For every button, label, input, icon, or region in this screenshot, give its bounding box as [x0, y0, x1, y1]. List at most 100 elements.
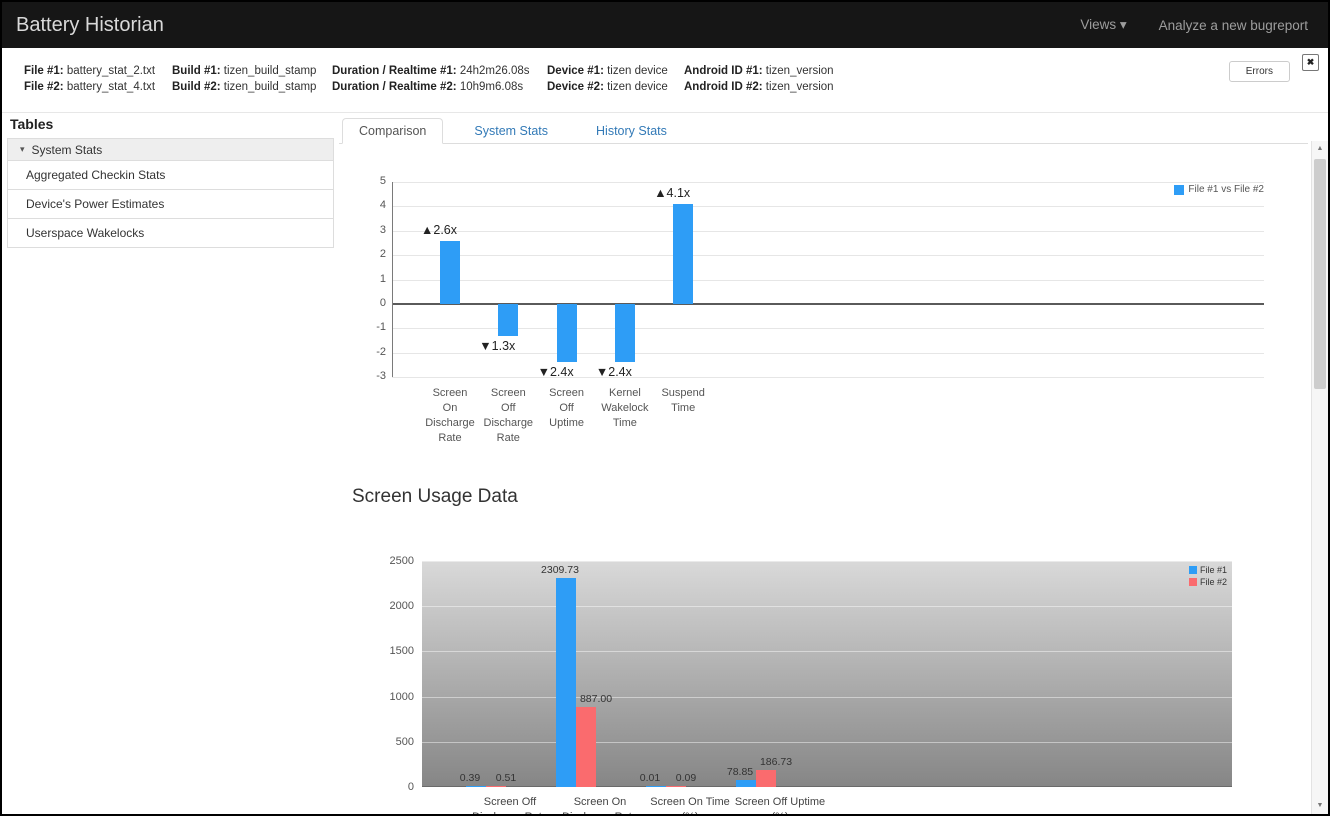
gridline [422, 697, 1232, 698]
info-label: Device #1: [547, 65, 604, 77]
bar-value-label: ▼1.3x [462, 339, 532, 353]
gridline [392, 182, 1264, 183]
vertical-scrollbar[interactable]: ▲ ▼ [1311, 141, 1328, 814]
info-entry: Android ID #2: tizen_version [684, 79, 834, 95]
battery-historian-app: Battery Historian Views ▾ Analyze a new … [0, 0, 1330, 816]
y-tick-label: -1 [352, 321, 386, 333]
bar-file1 [646, 786, 666, 787]
info-entry: Device #2: tizen device [547, 79, 668, 95]
info-entry: Duration / Realtime #2: 10h9m6.08s [332, 79, 530, 95]
info-column: Android ID #1: tizen_versionAndroid ID #… [684, 63, 834, 95]
y-tick-label: 1000 [368, 691, 414, 703]
legend-label: File #1 vs File #2 [1188, 184, 1264, 195]
scrollbar-thumb[interactable] [1314, 159, 1326, 389]
screen-usage-chart: 050010001500200025000.392309.730.0178.85… [352, 552, 1267, 816]
gridline [392, 353, 1264, 354]
legend-label: File #1 [1200, 565, 1227, 575]
bar-value-label: ▲2.6x [404, 223, 474, 237]
file-info-bar: File #1: battery_stat_2.txtFile #2: batt… [2, 48, 1328, 113]
info-label: Duration / Realtime #2: [332, 81, 457, 93]
scrollbar-up-icon[interactable]: ▲ [1312, 141, 1328, 157]
legend-item: File #1 [1189, 565, 1227, 575]
views-menu-label: Views [1080, 17, 1116, 32]
info-label: Android ID #2: [684, 81, 763, 93]
legend-item: File #2 [1189, 577, 1227, 587]
y-tick-label: 0 [352, 297, 386, 309]
y-tick-label: 3 [352, 224, 386, 236]
sidebar-item-label: System Stats [32, 143, 103, 157]
gridline [392, 231, 1264, 232]
gridline [392, 303, 1264, 305]
bar-file1 [736, 780, 756, 787]
legend-swatch [1174, 185, 1184, 195]
bar-file2 [666, 786, 686, 787]
info-label: File #1: [24, 65, 64, 77]
sidebar-item-device-s-power-estimates[interactable]: Device's Power Estimates [8, 190, 333, 219]
y-tick-label: 1 [352, 273, 386, 285]
info-entry: Build #1: tizen_build_stamp [172, 63, 316, 79]
tables-heading: Tables [10, 116, 53, 132]
info-column: Device #1: tizen deviceDevice #2: tizen … [547, 63, 668, 95]
bar-value-label: 0.51 [476, 772, 536, 784]
tab-comparison[interactable]: Comparison [342, 118, 443, 144]
info-column: Build #1: tizen_build_stampBuild #2: tiz… [172, 63, 316, 95]
caret-down-icon: ▾ [20, 144, 25, 155]
legend-swatch [1189, 566, 1197, 574]
y-tick-label: 2000 [368, 600, 414, 612]
gridline [392, 255, 1264, 256]
info-entry: Device #1: tizen device [547, 63, 668, 79]
views-menu[interactable]: Views ▾ [1080, 17, 1126, 33]
top-navbar: Battery Historian Views ▾ Analyze a new … [2, 2, 1328, 48]
tab-system-stats[interactable]: System Stats [457, 118, 565, 144]
plot-area [422, 561, 1232, 787]
app-title: Battery Historian [16, 14, 164, 37]
info-label: Build #2: [172, 81, 221, 93]
tab-history-stats[interactable]: History Stats [579, 118, 684, 144]
gridline [422, 742, 1232, 743]
gridline [392, 206, 1264, 207]
bar-file2 [756, 770, 776, 787]
bar-file2 [576, 707, 596, 787]
y-tick-label: -3 [352, 370, 386, 382]
bar-file1 [466, 786, 486, 787]
comparison-bar [498, 304, 518, 336]
info-entry: Duration / Realtime #1: 24h2m26.08s [332, 63, 530, 79]
bar-file2 [486, 786, 506, 787]
info-label: Device #2: [547, 81, 604, 93]
scrollbar-down-icon[interactable]: ▼ [1312, 798, 1328, 814]
category-label: KernelWakelockTime [595, 386, 655, 431]
y-tick-label: 5 [352, 175, 386, 187]
analyze-new-bugreport-link[interactable]: Analyze a new bugreport [1159, 18, 1308, 33]
info-entry: Build #2: tizen_build_stamp [172, 79, 316, 95]
y-tick-label: 2 [352, 248, 386, 260]
sidebar-item-userspace-wakelocks[interactable]: Userspace Wakelocks [8, 219, 333, 248]
bar-value-label: ▲4.1x [637, 186, 707, 200]
comparison-bar [440, 241, 460, 304]
info-label: Build #1: [172, 65, 221, 77]
y-tick-label: 2500 [368, 555, 414, 567]
chevron-down-icon: ▾ [1120, 17, 1127, 32]
info-entry: File #1: battery_stat_2.txt [24, 63, 155, 79]
info-column: Duration / Realtime #1: 24h2m26.08sDurat… [332, 63, 530, 95]
gridline [422, 561, 1232, 562]
tables-list: ▾ System Stats Aggregated Checkin StatsD… [7, 138, 334, 248]
info-label: File #2: [24, 81, 64, 93]
navbar-links: Views ▾ Analyze a new bugreport [1080, 17, 1314, 33]
bar-value-label: 887.00 [566, 693, 626, 705]
sidebar-item-aggregated-checkin-stats[interactable]: Aggregated Checkin Stats [8, 161, 333, 190]
errors-button[interactable]: Errors [1229, 61, 1290, 82]
sidebar-item-system-stats[interactable]: ▾ System Stats [8, 139, 333, 161]
y-tick-label: 4 [352, 199, 386, 211]
close-icon[interactable]: ✖ [1302, 54, 1319, 71]
y-tick-label: -2 [352, 346, 386, 358]
info-column: File #1: battery_stat_2.txtFile #2: batt… [24, 63, 155, 95]
comparison-bar [615, 304, 635, 363]
y-tick-label: 1500 [368, 645, 414, 657]
y-tick-label: 500 [368, 736, 414, 748]
category-label: SuspendTime [653, 386, 713, 416]
category-label: ScreenOffDischargeRate [478, 386, 538, 446]
bar-value-label: 2309.73 [530, 564, 590, 576]
y-tick-label: 0 [368, 781, 414, 793]
comparison-bar [673, 204, 693, 304]
section-title: Screen Usage Data [352, 486, 518, 508]
